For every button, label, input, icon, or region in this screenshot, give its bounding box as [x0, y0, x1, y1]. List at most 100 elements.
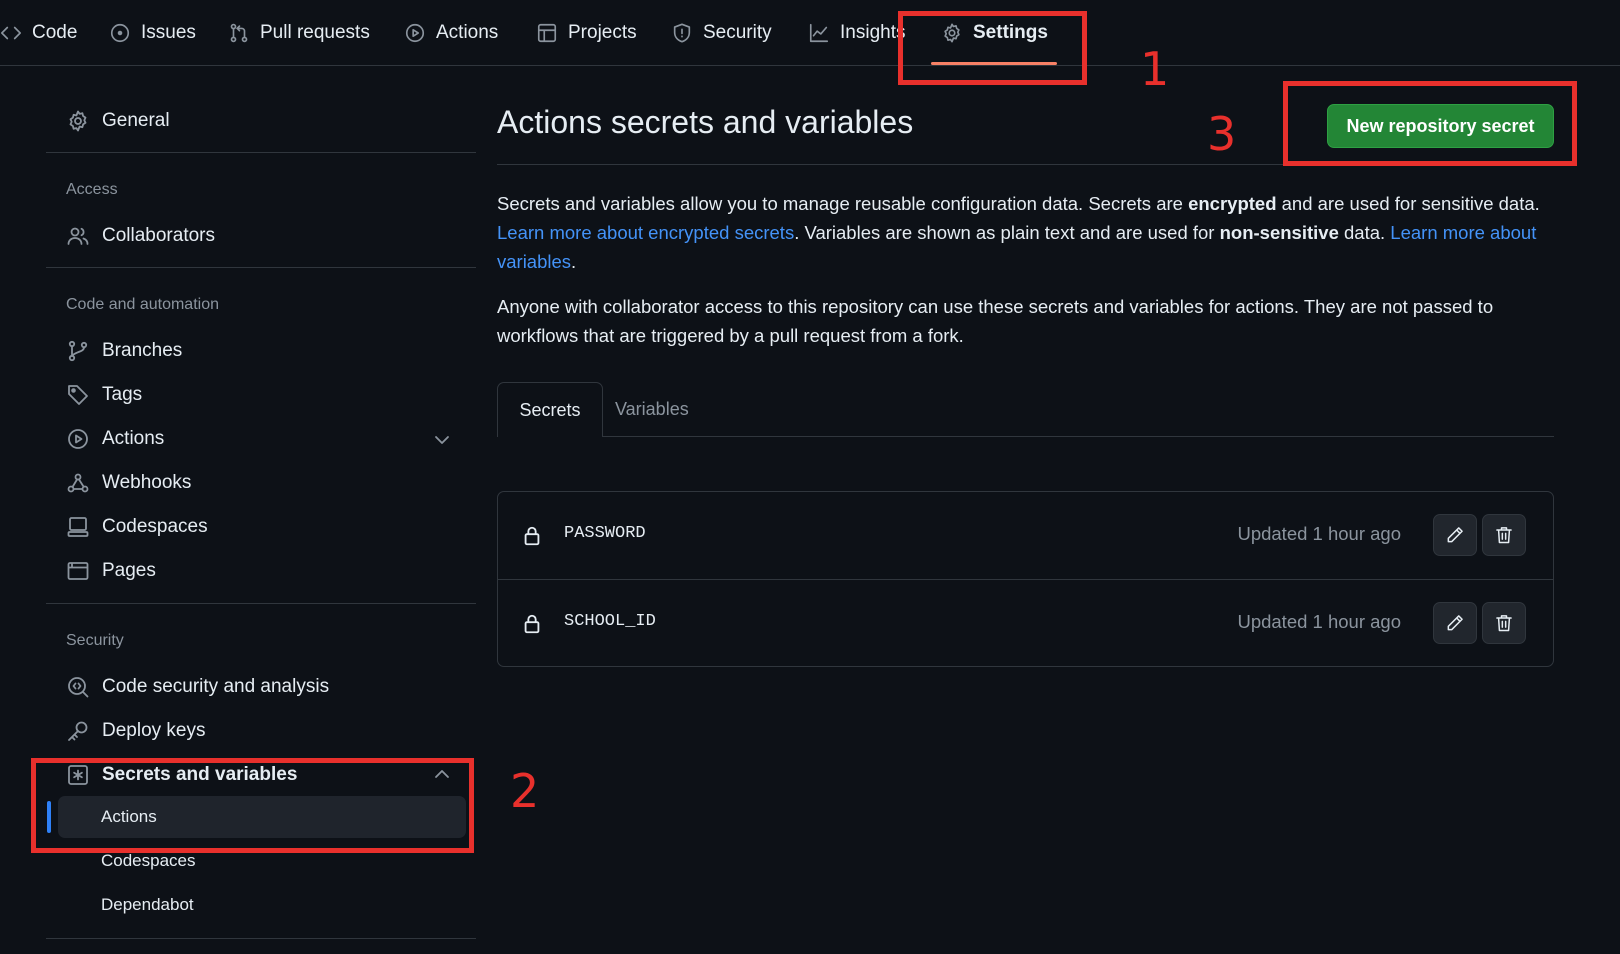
tab-variables[interactable]: Variables: [615, 382, 689, 437]
secret-updated: Updated 1 hour ago: [1237, 523, 1401, 544]
shield-icon: [671, 22, 693, 44]
sidebar-divider: [46, 152, 476, 153]
sidebar-item-webhooks[interactable]: Webhooks: [66, 465, 191, 501]
play-icon: [404, 22, 426, 44]
tab-pull-requests[interactable]: Pull requests: [228, 14, 370, 52]
tab-label: Insights: [840, 22, 906, 43]
main-content: Actions secrets and variables New reposi…: [497, 66, 1557, 954]
link-encrypted-secrets[interactable]: Learn more about encrypted secrets: [497, 222, 794, 243]
sidebar-item-label: Pages: [102, 560, 156, 581]
intro-paragraph: Secrets and variables allow you to manag…: [497, 189, 1557, 276]
secret-row: SCHOOL_ID Updated 1 hour ago: [498, 579, 1553, 666]
secret-name: SCHOOL_ID: [564, 612, 656, 631]
page-title: Actions secrets and variables: [497, 104, 914, 140]
annotation-box-secrets-actions: [31, 758, 474, 853]
sidebar-item-label: Deploy keys: [102, 720, 206, 741]
sidebar-item-codespaces[interactable]: Codespaces: [66, 509, 208, 545]
browser-icon: [66, 559, 90, 583]
sidebar-subitem-codespaces[interactable]: Codespaces: [101, 851, 196, 871]
secret-row: PASSWORD Updated 1 hour ago: [498, 492, 1553, 579]
tab-secrets[interactable]: Secrets: [497, 382, 603, 437]
tab-label: Code: [32, 22, 78, 43]
tab-label: Actions: [436, 22, 499, 43]
tab-label: Security: [703, 22, 772, 43]
lock-icon: [521, 525, 543, 547]
tag-icon: [66, 383, 90, 407]
annotation-number-2: 2: [510, 764, 540, 818]
sidebar-heading-security: Security: [66, 632, 124, 649]
sidebar-heading-code-automation: Code and automation: [66, 296, 219, 313]
key-icon: [66, 719, 90, 743]
graph-icon: [808, 22, 830, 44]
sidebar-divider: [46, 603, 476, 604]
pencil-icon: [1445, 613, 1465, 633]
play-icon: [66, 427, 90, 451]
chevron-down-icon[interactable]: [432, 430, 452, 450]
annotation-number-3: 3: [1207, 107, 1237, 161]
intro-text: .: [571, 251, 577, 272]
sidebar-item-collaborators[interactable]: Collaborators: [66, 218, 215, 254]
sidebar-subitem-dependabot[interactable]: Dependabot: [101, 895, 194, 915]
sidebar-divider: [46, 267, 476, 268]
tab-label: Pull requests: [260, 22, 370, 43]
sidebar-item-label: Webhooks: [102, 472, 192, 493]
tab-label: Projects: [568, 22, 637, 43]
tab-projects[interactable]: Projects: [536, 14, 637, 52]
pencil-icon: [1445, 525, 1465, 545]
tab-actions[interactable]: Actions: [404, 14, 498, 52]
sidebar-item-pages[interactable]: Pages: [66, 553, 156, 589]
issue-opened-icon: [109, 22, 131, 44]
delete-secret-button[interactable]: [1482, 602, 1526, 644]
sidebar-item-label: Code security and analysis: [102, 676, 330, 697]
sidebar-item-label: Branches: [102, 340, 183, 361]
intro-bold-non-sensitive: non-sensitive: [1219, 222, 1339, 243]
sidebar-item-label: Collaborators: [102, 225, 215, 246]
secrets-list: PASSWORD Updated 1 hour ago SCHOOL_ID Up…: [497, 491, 1554, 667]
people-icon: [66, 224, 90, 248]
intro-text: data.: [1338, 222, 1391, 243]
sidebar-item-code-security[interactable]: Code security and analysis: [66, 669, 329, 705]
sidebar-item-actions[interactable]: Actions: [66, 421, 164, 457]
lock-icon: [521, 613, 543, 635]
repo-nav: Code Issues Pull requests Actions Projec…: [0, 0, 1620, 66]
sidebar-heading-access: Access: [66, 181, 118, 198]
intro-text: Secrets and variables allow you to manag…: [497, 193, 1189, 214]
intro-text: . Variables are shown as plain text and …: [794, 222, 1220, 243]
secret-updated: Updated 1 hour ago: [1237, 611, 1401, 632]
tab-label: Issues: [141, 22, 196, 43]
intro-bold-encrypted: encrypted: [1188, 193, 1277, 214]
tab-code[interactable]: Code: [0, 14, 77, 52]
sidebar-divider: [46, 938, 476, 939]
codescan-icon: [66, 675, 90, 699]
webhook-icon: [66, 471, 90, 495]
git-pull-request-icon: [228, 22, 250, 44]
edit-secret-button[interactable]: [1433, 602, 1477, 644]
tab-issues[interactable]: Issues: [109, 14, 196, 52]
sidebar-item-label: Codespaces: [102, 516, 208, 537]
sidebar-item-tags[interactable]: Tags: [66, 377, 142, 413]
code-icon: [0, 22, 22, 44]
sidebar-item-branches[interactable]: Branches: [66, 333, 182, 369]
active-tab-cover: [498, 435, 602, 439]
codespaces-icon: [66, 515, 90, 539]
table-icon: [536, 22, 558, 44]
git-branch-icon: [66, 339, 90, 363]
annotation-number-1: 1: [1140, 42, 1170, 96]
tab-security[interactable]: Security: [671, 14, 772, 52]
edit-secret-button[interactable]: [1433, 514, 1477, 556]
annotation-box-new-secret: [1283, 81, 1577, 166]
tab-insights[interactable]: Insights: [808, 14, 905, 52]
annotation-box-settings: [898, 11, 1087, 85]
trash-icon: [1494, 525, 1514, 545]
delete-secret-button[interactable]: [1482, 514, 1526, 556]
sidebar-item-general[interactable]: General: [66, 103, 170, 139]
sidebar-item-label: General: [102, 110, 170, 131]
secret-name: PASSWORD: [564, 524, 646, 543]
intro-text: and are used for sensitive data.: [1276, 193, 1540, 214]
trash-icon: [1494, 613, 1514, 633]
collaborator-note: Anyone with collaborator access to this …: [497, 296, 1494, 346]
sidebar-item-label: Actions: [102, 428, 165, 449]
sidebar-item-deploy-keys[interactable]: Deploy keys: [66, 713, 206, 749]
gear-icon: [66, 109, 90, 133]
sidebar-item-label: Tags: [102, 384, 143, 405]
